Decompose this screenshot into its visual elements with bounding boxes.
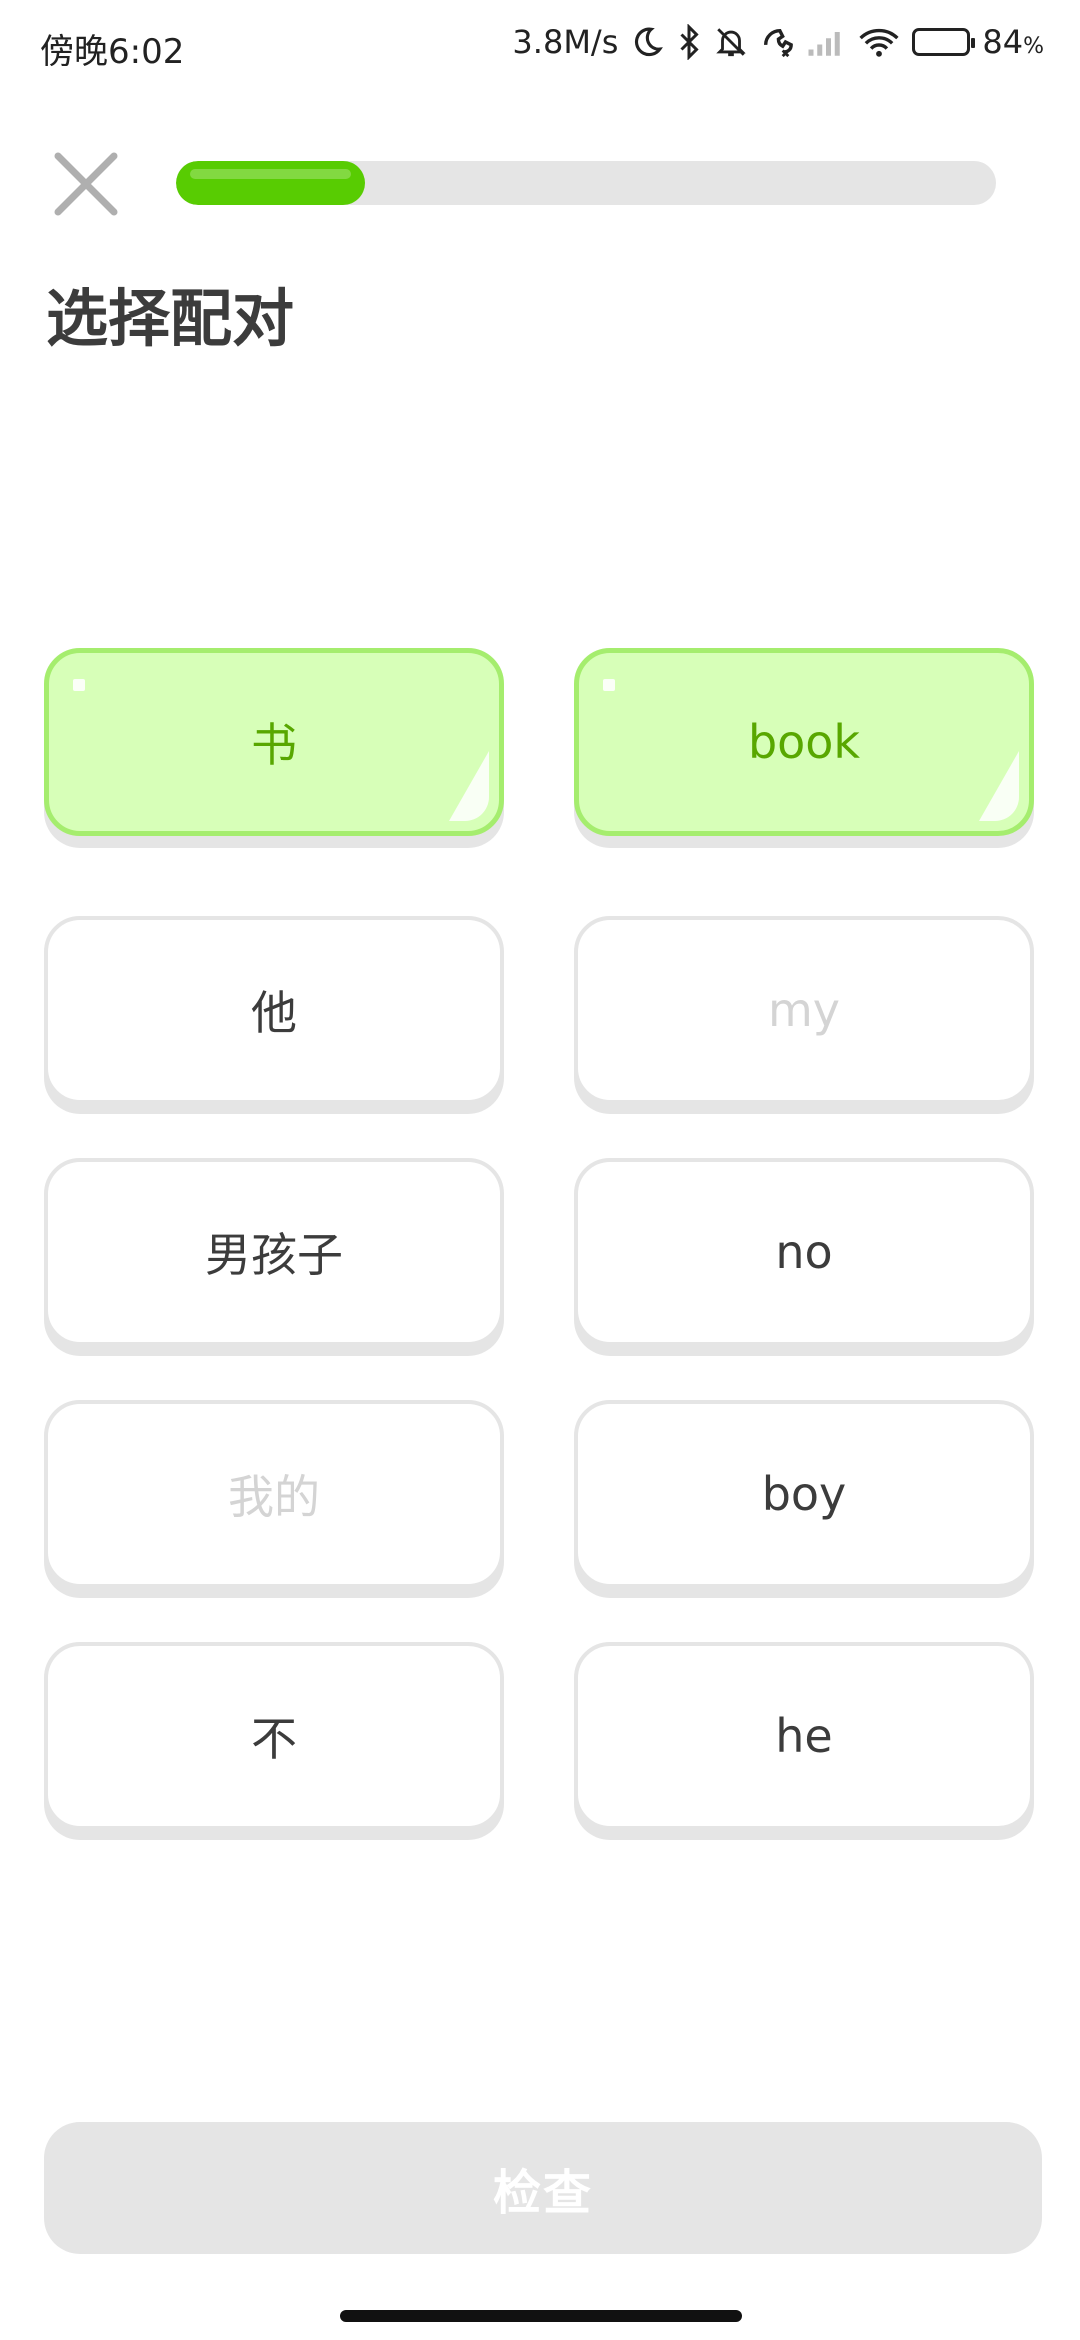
tile-label: 男孩子 (205, 1228, 343, 1282)
tile-right-4[interactable]: boy (574, 1400, 1034, 1588)
net-speed: 3.8M/s (512, 23, 619, 61)
page-title: 选择配对 (46, 282, 295, 355)
call-icon (760, 22, 794, 62)
tile-right-3[interactable]: no (574, 1158, 1034, 1346)
tile-left-1[interactable]: 书 (44, 648, 504, 836)
tile-label: boy (761, 1467, 847, 1521)
tile-label: book (747, 715, 861, 769)
close-button[interactable] (52, 150, 120, 218)
tile-left-4[interactable]: 我的 (44, 1400, 504, 1588)
lesson-progress-bar (176, 161, 996, 205)
mute-icon (714, 22, 748, 62)
tile-left-2[interactable]: 他 (44, 916, 504, 1104)
tile-label: 不 (251, 1712, 297, 1766)
tile-left-3[interactable]: 男孩子 (44, 1158, 504, 1346)
tile-label: no (775, 1225, 833, 1279)
progress-fill (176, 161, 365, 205)
battery-percent: 84% (982, 23, 1044, 61)
tile-right-1[interactable]: book (574, 648, 1034, 836)
tile-label: he (775, 1709, 833, 1763)
home-indicator[interactable] (340, 2310, 742, 2322)
tile-label: my (767, 983, 841, 1037)
tile-label: 他 (251, 986, 297, 1040)
moon-icon (630, 22, 664, 62)
bluetooth-icon (676, 22, 702, 62)
battery-icon (912, 22, 976, 62)
signal-icon (806, 22, 846, 62)
tile-right-2[interactable]: my (574, 916, 1034, 1104)
tile-label: 书 (251, 718, 297, 772)
check-button[interactable]: 检查 (44, 2122, 1042, 2254)
tile-label: 我的 (228, 1470, 320, 1524)
tile-left-5[interactable]: 不 (44, 1642, 504, 1830)
wifi-icon (858, 22, 900, 62)
tile-right-5[interactable]: he (574, 1642, 1034, 1830)
status-time: 傍晚6:02 (40, 32, 185, 72)
status-bar: 傍晚6:02 3.8M/s 84% (0, 0, 1080, 92)
status-icons: 3.8M/s 84% (512, 22, 1044, 62)
close-icon (54, 152, 118, 216)
